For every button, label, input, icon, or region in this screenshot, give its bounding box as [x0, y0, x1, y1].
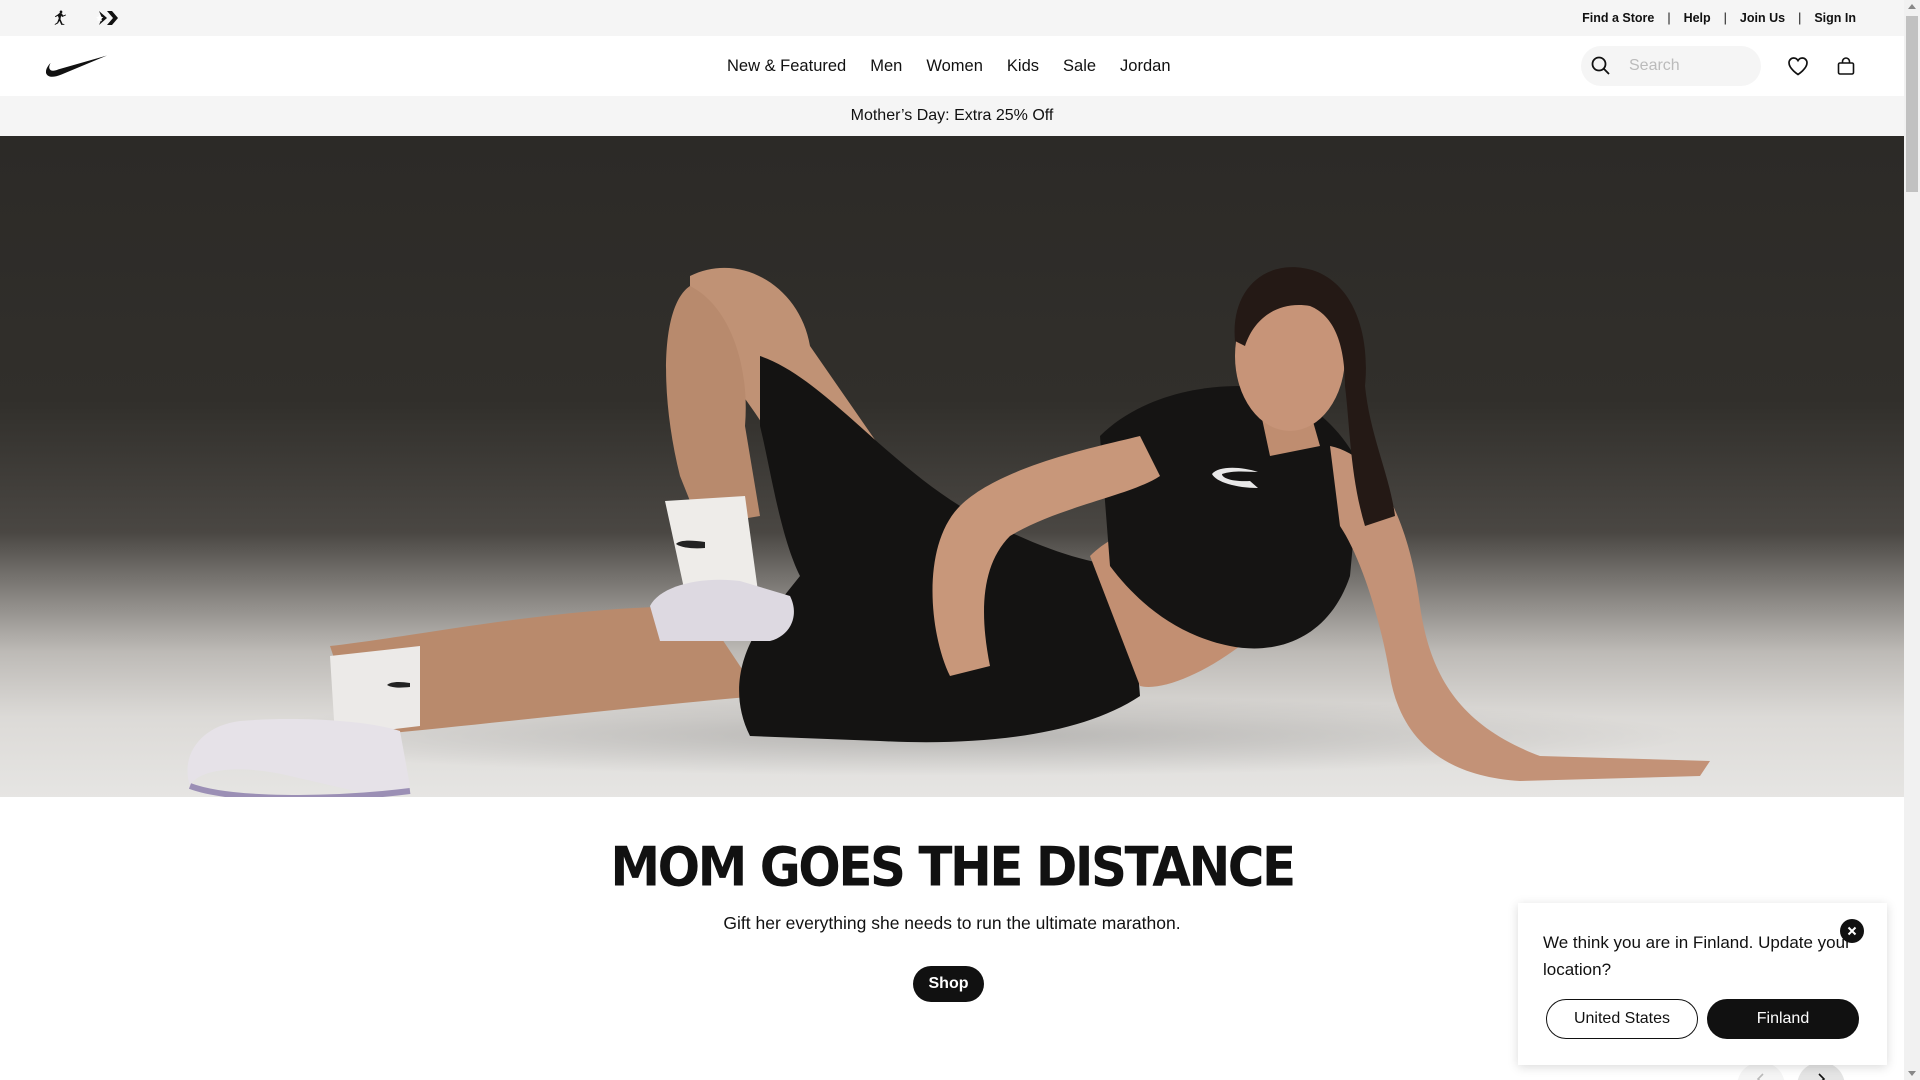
scrollbar[interactable]: [1904, 0, 1920, 1080]
hero-image[interactable]: [0, 136, 1904, 797]
nav-item-sale[interactable]: Sale: [1063, 57, 1096, 76]
bag-icon[interactable]: [1830, 50, 1862, 82]
nike-swoosh-icon[interactable]: [45, 54, 108, 78]
scrollbar-thumb[interactable]: [1906, 16, 1918, 192]
finland-button[interactable]: Finland: [1707, 999, 1859, 1039]
hero-headline: MOM GOES THE DISTANCE: [610, 835, 1296, 899]
nav-item-women[interactable]: Women: [926, 57, 983, 76]
main-navigation: New & Featured Men Women Kids Sale Jorda…: [0, 36, 1904, 96]
join-us-link[interactable]: Join Us: [1740, 11, 1785, 25]
nav-menu: New & Featured Men Women Kids Sale Jorda…: [727, 36, 1195, 96]
help-link[interactable]: Help: [1684, 11, 1711, 25]
nav-item-men[interactable]: Men: [870, 57, 902, 76]
location-modal: We think you are in Finland. Update your…: [1518, 903, 1887, 1065]
search-input[interactable]: [1629, 57, 1749, 75]
separator: |: [1798, 11, 1802, 25]
utility-bar: Find a Store | Help | Join Us | Sign In: [0, 0, 1904, 36]
nav-item-new-featured[interactable]: New & Featured: [727, 57, 846, 76]
promo-text: Mother’s Day: Extra 25% Off: [850, 107, 1054, 124]
search-icon[interactable]: [1581, 46, 1621, 86]
separator: |: [1667, 11, 1671, 25]
find-a-store-link[interactable]: Find a Store: [1582, 11, 1654, 25]
separator: |: [1723, 11, 1727, 25]
scroll-up-icon[interactable]: [1908, 4, 1916, 9]
shop-button[interactable]: Shop: [913, 966, 984, 1002]
location-message: We think you are in Finland. Update your…: [1543, 933, 1851, 979]
chevron-left-icon: [1755, 1072, 1767, 1080]
promo-banner[interactable]: Mother’s Day: Extra 25% Off: [0, 96, 1904, 136]
chevron-right-icon: [1815, 1072, 1827, 1080]
search-box[interactable]: [1581, 46, 1761, 86]
scroll-down-icon[interactable]: [1908, 1071, 1916, 1076]
sign-in-link[interactable]: Sign In: [1814, 11, 1856, 25]
jordan-jumpman-icon[interactable]: [48, 7, 72, 29]
nav-item-jordan[interactable]: Jordan: [1120, 57, 1170, 76]
utility-links: Find a Store | Help | Join Us | Sign In: [1582, 0, 1856, 36]
converse-icon[interactable]: [95, 7, 119, 29]
hero-photo-figure: [187, 267, 1710, 797]
close-icon[interactable]: [1840, 919, 1864, 943]
heart-icon[interactable]: [1782, 50, 1814, 82]
united-states-button[interactable]: United States: [1546, 999, 1698, 1039]
nav-item-kids[interactable]: Kids: [1007, 57, 1039, 76]
